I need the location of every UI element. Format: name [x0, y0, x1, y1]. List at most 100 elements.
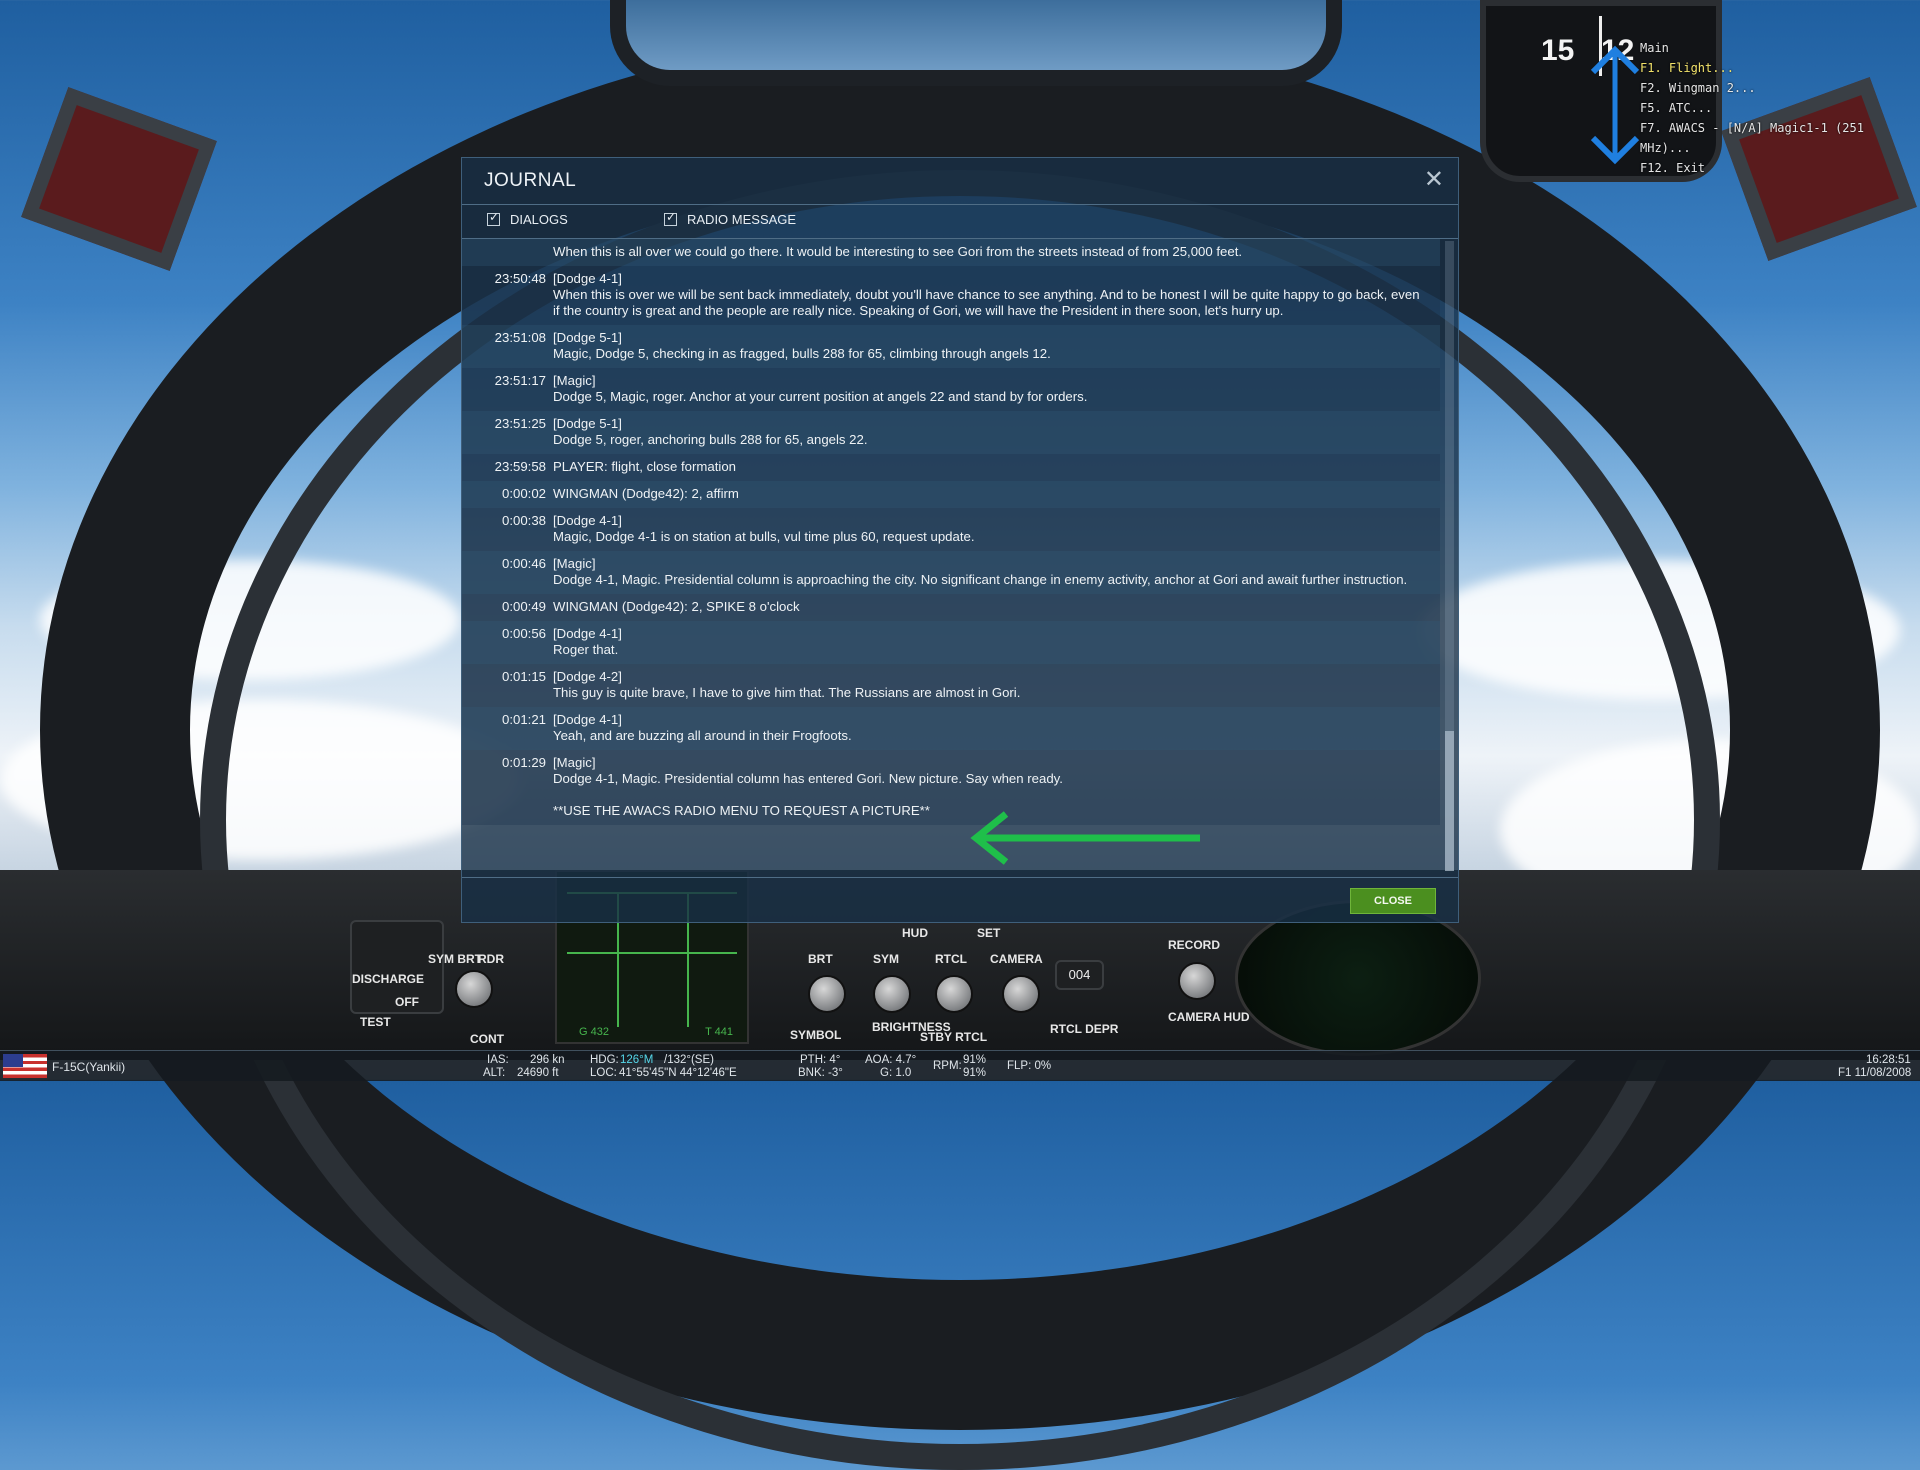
sym-brt-label: SYM BRT	[428, 952, 482, 966]
journal-entry-time: 0:00:46	[502, 556, 546, 571]
bank-readout: BNK: -3°	[798, 1067, 843, 1079]
brt-label: BRT	[808, 952, 833, 966]
journal-entry-text: [Dodge 5-1] Magic, Dodge 5, checking in …	[553, 330, 1051, 361]
journal-entry: 23:51:17 [Magic] Dodge 5, Magic, roger. A…	[462, 368, 1440, 411]
flaps-readout: FLP: 0%	[1007, 1060, 1052, 1072]
hud-rtcl-knob[interactable]	[935, 975, 973, 1013]
sym-brt-knob[interactable]	[455, 970, 493, 1008]
status-bar: F-15C(Yankii) IAS: 296 kn ALT: 24690 ft …	[0, 1050, 1920, 1081]
rpm-label: RPM:	[933, 1060, 962, 1072]
journal-entry-time: 23:50:48	[494, 271, 546, 286]
rdr-label: RDR	[478, 952, 504, 966]
canopy-top-glass	[610, 0, 1342, 86]
journal-footer: CLOSE	[462, 877, 1458, 922]
blue-double-arrow-icon	[1590, 45, 1640, 165]
journal-filters: DIALOGS RADIO MESSAGE	[462, 204, 1458, 239]
rtcl-depr-label: RTCL DEPR	[1050, 1022, 1119, 1036]
checkbox-checked-icon[interactable]	[664, 210, 677, 226]
rpm-right: 91%	[963, 1067, 987, 1079]
hdg-value: 126°M	[620, 1054, 654, 1066]
loc-value: 41°55'45"N 44°12'46"E	[619, 1067, 737, 1079]
camera-hud-label: CAMERA HUD	[1168, 1010, 1250, 1024]
journal-entry: 0:00:02 WINGMAN (Dodge42): 2, affirm	[462, 481, 1440, 508]
radio-menu-item-atc[interactable]: F5. ATC...	[1640, 98, 1920, 118]
journal-entry-text: [Dodge 4-1] Magic, Dodge 4-1 is on stati…	[553, 513, 975, 544]
loc-label: LOC:	[590, 1067, 617, 1079]
hud-camera-knob[interactable]	[1002, 975, 1040, 1013]
pitch-readout: PTH: 4°	[800, 1054, 841, 1066]
record-label: RECORD	[1168, 938, 1221, 952]
journal-entry-text: [Dodge 4-2] This guy is quite brave, I h…	[553, 669, 1021, 700]
compass-heading-left: 15	[1541, 34, 1575, 67]
hdg-true: /132°(SE)	[664, 1054, 714, 1066]
journal-entry: 23:59:58 PLAYER: flight, close formation	[462, 454, 1440, 481]
hud-brt-knob[interactable]	[808, 975, 846, 1013]
ias-value: 296 kn	[530, 1054, 565, 1066]
journal-entry-text: [Magic] Dodge 5, Magic, roger. Anchor at…	[553, 373, 1088, 404]
hud-sym-knob[interactable]	[873, 975, 911, 1013]
stby-rtcl-label: STBY RTCL	[920, 1030, 988, 1044]
journal-entry-time: 0:01:21	[502, 712, 546, 727]
journal-entry: 23:51:08 [Dodge 5-1] Magic, Dodge 5, chec…	[462, 325, 1440, 368]
set-label: SET	[977, 926, 1001, 940]
radio-menu: Main F1. Flight... F2. Wingman 2... F5. …	[1640, 38, 1920, 178]
hud-counter: 004	[1055, 960, 1104, 990]
journal-entry-time: 23:51:08	[494, 330, 546, 345]
checkbox-checked-icon[interactable]	[487, 210, 500, 226]
filter-dialogs[interactable]: DIALOGS	[487, 210, 568, 227]
record-knob[interactable]	[1178, 962, 1216, 1000]
aoa-readout: AOA: 4.7°	[865, 1054, 917, 1066]
discharge-label: DISCHARGE	[352, 972, 425, 986]
journal-title: JOURNAL	[484, 170, 577, 191]
journal-entry: 0:00:56 [Dodge 4-1] Roger that.	[462, 621, 1440, 664]
radio-menu-item-flight[interactable]: F1. Flight...	[1640, 58, 1920, 78]
cont-label: CONT	[470, 1032, 504, 1046]
journal-entry-text: [Magic] Dodge 4-1, Magic. Presidential c…	[553, 556, 1408, 587]
camera-label: CAMERA	[990, 952, 1043, 966]
journal-entry-time: 23:51:25	[494, 416, 546, 431]
journal-entry-time: 0:00:49	[502, 599, 546, 614]
alt-label: ALT:	[483, 1067, 506, 1079]
journal-entry-time: 23:51:17	[494, 373, 546, 388]
close-button[interactable]: CLOSE	[1350, 888, 1436, 914]
aircraft-name: F-15C(Yankii)	[52, 1060, 126, 1074]
journal-entry-text: WINGMAN (Dodge42): 2, affirm	[553, 486, 739, 501]
journal-entry-time: 0:00:56	[502, 626, 546, 641]
radio-menu-item-awacs[interactable]: F7. AWACS - [N/A] Magic1-1 (251 MHz)...	[1640, 118, 1920, 158]
journal-entry-text: WINGMAN (Dodge42): 2, SPIKE 8 o'clock	[553, 599, 800, 614]
radio-menu-item-exit[interactable]: F12. Exit	[1640, 158, 1920, 178]
usa-flag-icon	[3, 1054, 47, 1078]
filter-radio-message-label: RADIO MESSAGE	[687, 212, 797, 227]
journal-entry: 0:01:29 [Magic] Dodge 4-1, Magic. Preside…	[462, 750, 1440, 825]
journal-entry: 0:00:49 WINGMAN (Dodge42): 2, SPIKE 8 o'c…	[462, 594, 1440, 621]
journal-entry: 0:00:38 [Dodge 4-1] Magic, Dodge 4-1 is o…	[462, 508, 1440, 551]
journal-entry: 0:01:15 [Dodge 4-2] This guy is quite bra…	[462, 664, 1440, 707]
journal-entry-text: [Dodge 4-1] Roger that.	[553, 626, 622, 657]
radar-t-readout: T 441	[705, 1026, 733, 1038]
journal-entry: 23:50:48 [Dodge 4-1] When this is over we…	[462, 266, 1440, 325]
filter-radio-message[interactable]: RADIO MESSAGE	[664, 210, 797, 227]
rpm-left: 91%	[963, 1054, 987, 1066]
journal-scrollbar[interactable]	[1445, 241, 1454, 871]
mission-date: F1 11/08/2008	[1838, 1067, 1912, 1079]
sym-label: SYM	[873, 952, 900, 966]
journal-entry-text: [Dodge 4-1] When this is over we will be…	[553, 271, 1420, 318]
alt-value: 24690 ft	[517, 1067, 559, 1079]
off-label: OFF	[395, 995, 419, 1009]
journal-scrollbar-thumb[interactable]	[1445, 731, 1454, 871]
journal-entry: 0:01:21 [Dodge 4-1] Yeah, and are buzzing…	[462, 707, 1440, 750]
rear-view-mirror-left	[21, 87, 217, 271]
filter-dialogs-label: DIALOGS	[510, 212, 568, 227]
close-icon[interactable]: ✕	[1424, 168, 1444, 192]
journal-entry-time	[462, 244, 553, 260]
rtcl-label: RTCL	[935, 952, 967, 966]
journal-entry-text: [Dodge 4-1] Yeah, and are buzzing all ar…	[553, 712, 852, 743]
journal-entry-text: [Dodge 5-1] Dodge 5, roger, anchoring bu…	[553, 416, 868, 447]
journal-log[interactable]: When this is all over we could go there.…	[462, 239, 1440, 872]
radio-menu-item-wingman[interactable]: F2. Wingman 2...	[1640, 78, 1920, 98]
test-label: TEST	[360, 1015, 391, 1029]
journal-entry-time: 0:00:02	[502, 486, 546, 501]
journal-entry: When this is all over we could go there.…	[462, 239, 1440, 266]
journal-entry-time: 23:59:58	[494, 459, 546, 474]
clock-time: 16:28:51	[1866, 1054, 1911, 1066]
